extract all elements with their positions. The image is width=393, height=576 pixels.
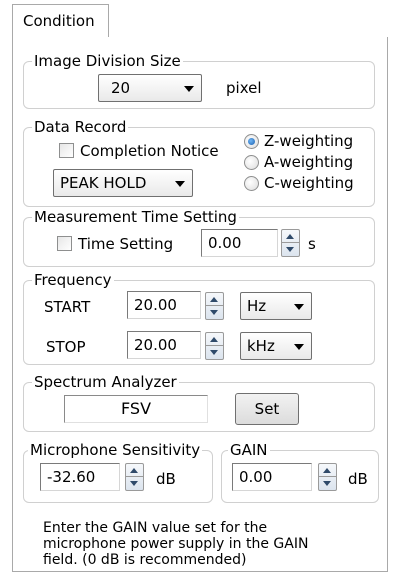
set-button[interactable]: Set <box>235 393 299 425</box>
frequency-title: Frequency <box>32 270 114 290</box>
spin-down-icon[interactable] <box>206 346 223 359</box>
spin-down-icon[interactable] <box>126 477 143 490</box>
image-division-select[interactable]: 20 <box>98 74 202 102</box>
gain-group: GAIN 0.00 dB <box>221 440 379 503</box>
chevron-down-icon <box>175 181 185 187</box>
gain-help-note-line: microphone power supply in the GAIN <box>43 536 309 552</box>
microphone-sensitivity-title: Microphone Sensitivity <box>28 440 203 460</box>
completion-notice-label[interactable]: Completion Notice <box>80 141 219 161</box>
frequency-group: Frequency START 20.00 Hz STOP 20.00 kHz <box>23 270 375 365</box>
stop-frequency-input[interactable]: 20.00 <box>127 331 201 359</box>
image-division-value: 20 <box>111 79 131 97</box>
microphone-sensitivity-group: Microphone Sensitivity -32.60 dB <box>23 440 213 503</box>
stop-unit-select[interactable]: kHz <box>240 332 312 360</box>
chevron-down-icon <box>294 304 304 310</box>
tab-bar: Condition <box>0 0 393 38</box>
gain-help-note-line: Enter the GAIN value set for the <box>43 520 268 536</box>
spectrum-analyzer-device: FSV <box>64 395 208 423</box>
time-setting-label[interactable]: Time Setting <box>78 234 173 254</box>
gain-help-note: Enter the GAIN value set for the microph… <box>43 520 373 568</box>
microphone-sensitivity-spinner[interactable] <box>125 463 144 491</box>
gain-input[interactable]: 0.00 <box>232 463 312 491</box>
image-division-unit: pixel <box>226 79 262 97</box>
stop-frequency-spinner[interactable] <box>205 332 224 360</box>
gain-unit: dB <box>348 470 368 488</box>
start-unit-select[interactable]: Hz <box>240 292 312 320</box>
spectrum-analyzer-title: Spectrum Analyzer <box>32 372 179 392</box>
chevron-down-icon <box>294 344 304 350</box>
start-frequency-input[interactable]: 20.00 <box>127 291 201 319</box>
spin-down-icon[interactable] <box>319 477 336 490</box>
start-label: START <box>44 298 91 316</box>
spin-down-icon[interactable] <box>282 243 299 256</box>
spin-up-icon[interactable] <box>126 464 143 477</box>
z-weighting-radio[interactable] <box>244 134 259 149</box>
time-setting-input[interactable]: 0.00 <box>201 229 278 257</box>
z-weighting-label[interactable]: Z-weighting <box>264 131 353 151</box>
spectrum-analyzer-group: Spectrum Analyzer FSV Set <box>23 372 375 432</box>
stop-unit-value: kHz <box>247 337 275 355</box>
chevron-down-icon <box>184 86 194 92</box>
gain-title: GAIN <box>228 440 270 460</box>
data-record-mode-value: PEAK HOLD <box>60 174 147 192</box>
spin-up-icon[interactable] <box>282 230 299 243</box>
data-record-group: Data Record Completion Notice PEAK HOLD … <box>23 117 375 207</box>
a-weighting-label[interactable]: A-weighting <box>264 152 353 172</box>
time-setting-checkbox[interactable] <box>57 236 72 251</box>
measurement-time-title: Measurement Time Setting <box>32 207 239 227</box>
tab-condition[interactable]: Condition <box>12 4 109 38</box>
gain-help-note-line: field. (0 dB is recommended) <box>43 552 247 568</box>
spin-up-icon[interactable] <box>206 293 223 306</box>
condition-panel: Image Division Size 20 pixel Data Record… <box>12 37 388 572</box>
microphone-sensitivity-unit: dB <box>156 470 176 488</box>
c-weighting-radio[interactable] <box>244 176 259 191</box>
spin-up-icon[interactable] <box>319 464 336 477</box>
time-setting-spinner[interactable] <box>281 229 300 257</box>
a-weighting-radio[interactable] <box>244 155 259 170</box>
gain-spinner[interactable] <box>318 463 337 491</box>
start-unit-value: Hz <box>247 297 267 315</box>
spin-up-icon[interactable] <box>206 333 223 346</box>
measurement-time-group: Measurement Time Setting Time Setting 0.… <box>23 207 375 267</box>
microphone-sensitivity-input[interactable]: -32.60 <box>40 463 120 491</box>
time-setting-unit: s <box>308 235 316 253</box>
image-division-title: Image Division Size <box>32 51 183 71</box>
start-frequency-spinner[interactable] <box>205 292 224 320</box>
data-record-title: Data Record <box>32 117 129 137</box>
c-weighting-label[interactable]: C-weighting <box>264 173 354 193</box>
completion-notice-checkbox[interactable] <box>59 143 74 158</box>
data-record-mode-select[interactable]: PEAK HOLD <box>53 169 193 197</box>
stop-label: STOP <box>46 338 86 356</box>
image-division-group: Image Division Size 20 pixel <box>23 51 375 109</box>
spin-down-icon[interactable] <box>206 306 223 319</box>
